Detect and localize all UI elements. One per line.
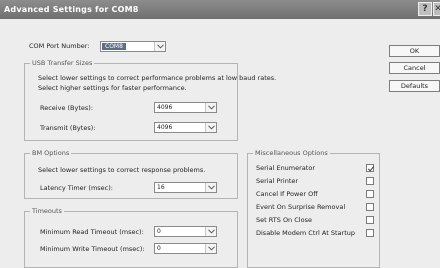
latency-timer-label: Latency Timer (msec): xyxy=(40,184,113,192)
transmit-bytes-value: 4096 xyxy=(157,124,173,131)
close-button[interactable]: ✕ xyxy=(433,2,440,16)
latency-timer-select[interactable]: 16 xyxy=(154,182,217,193)
min-read-timeout-label: Minimum Read Timeout (msec): xyxy=(40,228,144,236)
misc-option-label: Serial Printer xyxy=(256,177,299,185)
checkmark-icon xyxy=(367,166,374,172)
receive-bytes-label: Receive (Bytes): xyxy=(40,104,94,112)
serial-enumerator-checkbox[interactable] xyxy=(366,164,374,172)
com-port-select[interactable]: COM8 xyxy=(100,41,166,52)
com-port-value: COM8 xyxy=(102,43,126,50)
timeouts-group: Timeouts xyxy=(24,207,238,268)
receive-bytes-value: 4096 xyxy=(157,104,173,111)
defaults-button[interactable]: Defaults xyxy=(389,80,440,92)
window-title: Advanced Settings for COM8 xyxy=(4,5,139,14)
com-port-label: COM Port Number: xyxy=(29,42,90,50)
usb-description-line1: Select lower settings to correct perform… xyxy=(38,74,277,82)
chevron-down-icon xyxy=(205,227,216,236)
latency-timer-value: 16 xyxy=(157,184,165,191)
cancel-if-power-off-checkbox[interactable] xyxy=(366,190,374,198)
receive-bytes-select[interactable]: 4096 xyxy=(154,102,217,113)
min-read-timeout-value: 0 xyxy=(157,228,161,235)
misc-option-label: Serial Enumerator xyxy=(256,164,315,172)
help-button[interactable]: ? xyxy=(418,2,432,16)
cancel-button[interactable]: Cancel xyxy=(389,62,440,74)
chevron-down-icon xyxy=(205,183,216,192)
transmit-bytes-label: Transmit (Bytes): xyxy=(40,124,96,132)
transmit-bytes-select[interactable]: 4096 xyxy=(154,122,217,133)
misc-option-label: Set RTS On Close xyxy=(256,216,312,224)
chevron-down-icon xyxy=(205,123,216,132)
usb-description-line2: Select higher settings for faster perfor… xyxy=(38,84,187,92)
usb-group-title: USB Transfer Sizes xyxy=(30,59,95,67)
bm-description: Select lower settings to correct respons… xyxy=(38,166,206,174)
min-write-timeout-value: 0 xyxy=(157,245,161,252)
min-write-timeout-label: Minimum Write Timeout (msec): xyxy=(40,245,145,253)
disable-modem-ctrl-checkbox[interactable] xyxy=(366,229,374,237)
advanced-settings-dialog: Advanced Settings for COM8 ? ✕ COM Port … xyxy=(0,0,440,268)
misc-group-title: Miscellaneous Options xyxy=(253,149,330,157)
timeouts-group-title: Timeouts xyxy=(30,207,64,215)
serial-printer-checkbox[interactable] xyxy=(366,177,374,185)
min-read-timeout-select[interactable]: 0 xyxy=(154,226,217,237)
chevron-down-icon xyxy=(154,42,165,51)
misc-option-label: Event On Surprise Removal xyxy=(256,203,346,211)
bm-group-title: BM Options xyxy=(30,149,72,157)
ok-button[interactable]: OK xyxy=(389,45,440,57)
chevron-down-icon xyxy=(205,103,216,112)
chevron-down-icon xyxy=(205,244,216,253)
title-bar: Advanced Settings for COM8 ? ✕ xyxy=(0,0,440,19)
event-on-surprise-removal-checkbox[interactable] xyxy=(366,203,374,211)
misc-option-label: Cancel If Power Off xyxy=(256,190,318,198)
set-rts-on-close-checkbox[interactable] xyxy=(366,216,374,224)
misc-option-label: Disable Modem Ctrl At Startup xyxy=(256,229,355,237)
min-write-timeout-select[interactable]: 0 xyxy=(154,243,217,254)
